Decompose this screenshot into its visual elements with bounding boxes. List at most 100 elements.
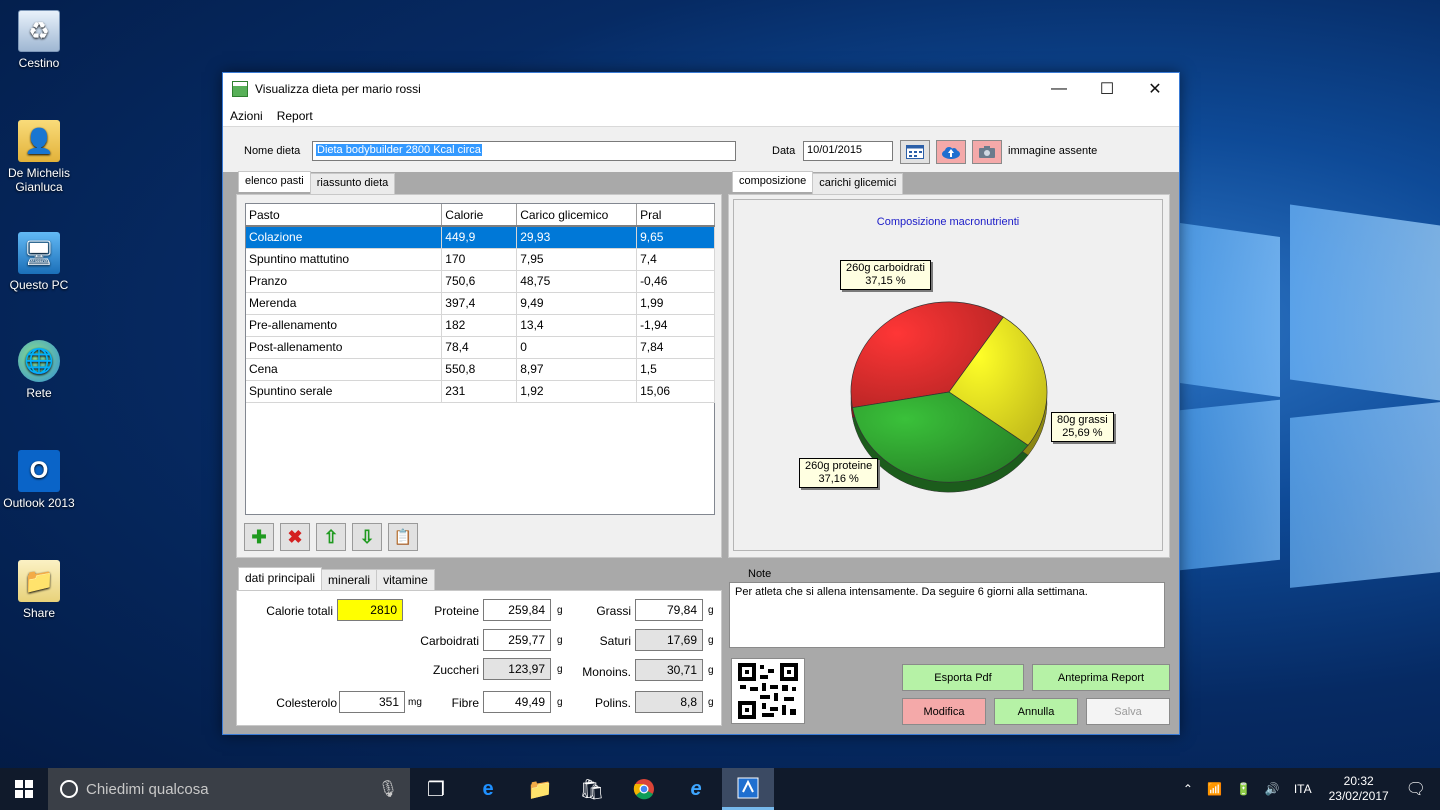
- recycle-bin-icon: ♻: [18, 10, 60, 52]
- cloud-upload-icon: [942, 147, 960, 159]
- task-view-button[interactable]: ❐: [410, 768, 462, 810]
- arrow-up-icon: ⇧: [323, 526, 339, 547]
- tab-carichi-glicemici[interactable]: carichi glicemici: [812, 173, 904, 194]
- file-explorer-button[interactable]: 📁: [514, 768, 566, 810]
- chevron-up-icon[interactable]: ⌃: [1183, 782, 1193, 796]
- data-input[interactable]: 10/01/2015: [803, 141, 893, 161]
- computer-icon: 🖥: [18, 232, 60, 274]
- cell: 0: [516, 336, 638, 359]
- menu-report[interactable]: Report: [277, 109, 313, 123]
- desktop-icon-cestino[interactable]: ♻ Cestino: [0, 10, 78, 70]
- table-row[interactable]: Pre-allenamento 182 13,4 -1,94: [246, 314, 715, 337]
- language-indicator[interactable]: ITA: [1294, 782, 1312, 796]
- note-textarea[interactable]: Per atleta che si allena intensamente. D…: [729, 582, 1165, 648]
- column-header[interactable]: Carico glicemico: [516, 204, 638, 227]
- folder-icon: 📁: [527, 778, 553, 801]
- upload-image-button[interactable]: [936, 140, 966, 164]
- search-box[interactable]: Chiedimi qualcosa 🎙: [48, 768, 410, 810]
- desktop-icon-label: Outlook 2013: [3, 496, 75, 510]
- delete-meal-button[interactable]: ✖: [280, 523, 310, 551]
- cell: 7,95: [516, 248, 638, 271]
- desktop-icon-user-folder[interactable]: 👤 De Michelis Gianluca: [0, 120, 78, 194]
- label-proteine-pct: 37,16 %: [818, 473, 859, 485]
- store-icon: 🛍: [579, 778, 605, 801]
- tab-composizione[interactable]: composizione: [732, 171, 814, 192]
- calorie-totali-value: 2810: [337, 599, 403, 621]
- table-row[interactable]: Spuntino serale 231 1,92 15,06: [246, 380, 715, 403]
- desktop-icon-rete[interactable]: 🌐 Rete: [0, 340, 78, 400]
- wifi-icon[interactable]: 📶: [1207, 782, 1222, 796]
- diet-app-taskbar-button[interactable]: [722, 768, 774, 810]
- maximize-button[interactable]: ☐: [1083, 73, 1131, 105]
- desktop-icon-questo-pc[interactable]: 🖥 Questo PC: [0, 232, 78, 292]
- desktop-icon-share[interactable]: 📁 Share: [0, 560, 78, 620]
- delete-icon: ✖: [287, 526, 303, 547]
- unit-g: g: [708, 605, 714, 616]
- qr-code: [731, 658, 805, 724]
- close-button[interactable]: ✕: [1131, 73, 1179, 105]
- store-button[interactable]: 🛍: [566, 768, 618, 810]
- title-bar[interactable]: Visualizza dieta per mario rossi — ☐ ✕: [223, 73, 1179, 105]
- desktop-icon-outlook[interactable]: O Outlook 2013: [0, 450, 78, 510]
- notifications-icon[interactable]: 🗨: [1406, 779, 1426, 799]
- pie-chart: Composizione macronutrienti 260g carboid…: [733, 199, 1163, 551]
- table-row[interactable]: Post-allenamento 78,4 0 7,84: [246, 336, 715, 359]
- add-meal-button[interactable]: ✚: [244, 523, 274, 551]
- chrome-button[interactable]: [618, 768, 670, 810]
- menu-azioni[interactable]: Azioni: [230, 109, 263, 123]
- clipboard-button[interactable]: 📋: [388, 523, 418, 551]
- volume-icon[interactable]: 🔊: [1265, 782, 1280, 796]
- table-row[interactable]: Cena 550,8 8,97 1,5: [246, 358, 715, 381]
- modifica-button[interactable]: Modifica: [902, 698, 986, 725]
- edge-button[interactable]: e: [462, 768, 514, 810]
- edge-icon: e: [482, 777, 494, 800]
- clock[interactable]: 20:32 23/02/2017: [1329, 774, 1389, 804]
- salva-button[interactable]: Salva: [1086, 698, 1170, 725]
- tab-elenco-pasti[interactable]: elenco pasti: [238, 171, 311, 192]
- unit-g: g: [557, 697, 563, 708]
- esporta-pdf-button[interactable]: Esporta Pdf: [902, 664, 1024, 691]
- monoins-value: 30,71: [635, 659, 703, 681]
- diet-app-icon: [737, 777, 759, 798]
- nome-dieta-input[interactable]: Dieta bodybuilder 2800 Kcal circa: [312, 141, 736, 161]
- cell: 13,4: [516, 314, 638, 337]
- move-down-button[interactable]: ⇩: [352, 523, 382, 551]
- tab-minerali[interactable]: minerali: [321, 569, 378, 592]
- network-icon: 🌐: [18, 340, 60, 382]
- cell: Pranzo: [246, 270, 443, 293]
- carboidrati-label: Carboidrati: [420, 634, 479, 648]
- table-row[interactable]: Spuntino mattutino 170 7,95 7,4: [246, 248, 715, 271]
- anteprima-report-button[interactable]: Anteprima Report: [1032, 664, 1170, 691]
- table-row[interactable]: Merenda 397,4 9,49 1,99: [246, 292, 715, 315]
- chart-panel: Composizione macronutrienti 260g carboid…: [728, 194, 1170, 558]
- clock-time: 20:32: [1343, 774, 1374, 788]
- column-header[interactable]: Pasto: [246, 204, 443, 227]
- clock-date: 23/02/2017: [1328, 789, 1389, 803]
- meals-grid[interactable]: Pasto Calorie Carico glicemico Pral Cola…: [245, 203, 715, 515]
- system-tray: ⌃ 📶 🔋 🔊 ITA 20:32 23/02/2017 🗨: [1176, 768, 1440, 810]
- move-up-button[interactable]: ⇧: [316, 523, 346, 551]
- column-header[interactable]: Pral: [636, 204, 715, 227]
- saturi-label: Saturi: [599, 634, 631, 648]
- cell: 7,84: [636, 336, 715, 359]
- task-view-icon: ❐: [427, 778, 445, 801]
- microphone-icon[interactable]: 🎙: [378, 779, 398, 799]
- tab-vitamine[interactable]: vitamine: [376, 569, 435, 592]
- camera-button[interactable]: [972, 140, 1002, 164]
- minimize-button[interactable]: —: [1035, 73, 1083, 105]
- internet-explorer-button[interactable]: e: [670, 768, 722, 810]
- calendar-button[interactable]: [900, 140, 930, 164]
- unit-g: g: [557, 605, 563, 616]
- start-button[interactable]: [0, 768, 48, 810]
- cell: 397,4: [441, 292, 518, 315]
- polins-value: 8,8: [635, 691, 703, 713]
- cell: 231: [441, 380, 518, 403]
- tab-riassunto-dieta[interactable]: riassunto dieta: [309, 173, 396, 194]
- column-header[interactable]: Calorie: [441, 204, 518, 227]
- tab-dati-principali[interactable]: dati principali: [238, 567, 323, 590]
- cell: 750,6: [441, 270, 518, 293]
- table-row[interactable]: Colazione 449,9 29,93 9,65: [246, 226, 715, 249]
- battery-icon[interactable]: 🔋: [1236, 782, 1251, 796]
- table-row[interactable]: Pranzo 750,6 48,75 -0,46: [246, 270, 715, 293]
- annulla-button[interactable]: Annulla: [994, 698, 1078, 725]
